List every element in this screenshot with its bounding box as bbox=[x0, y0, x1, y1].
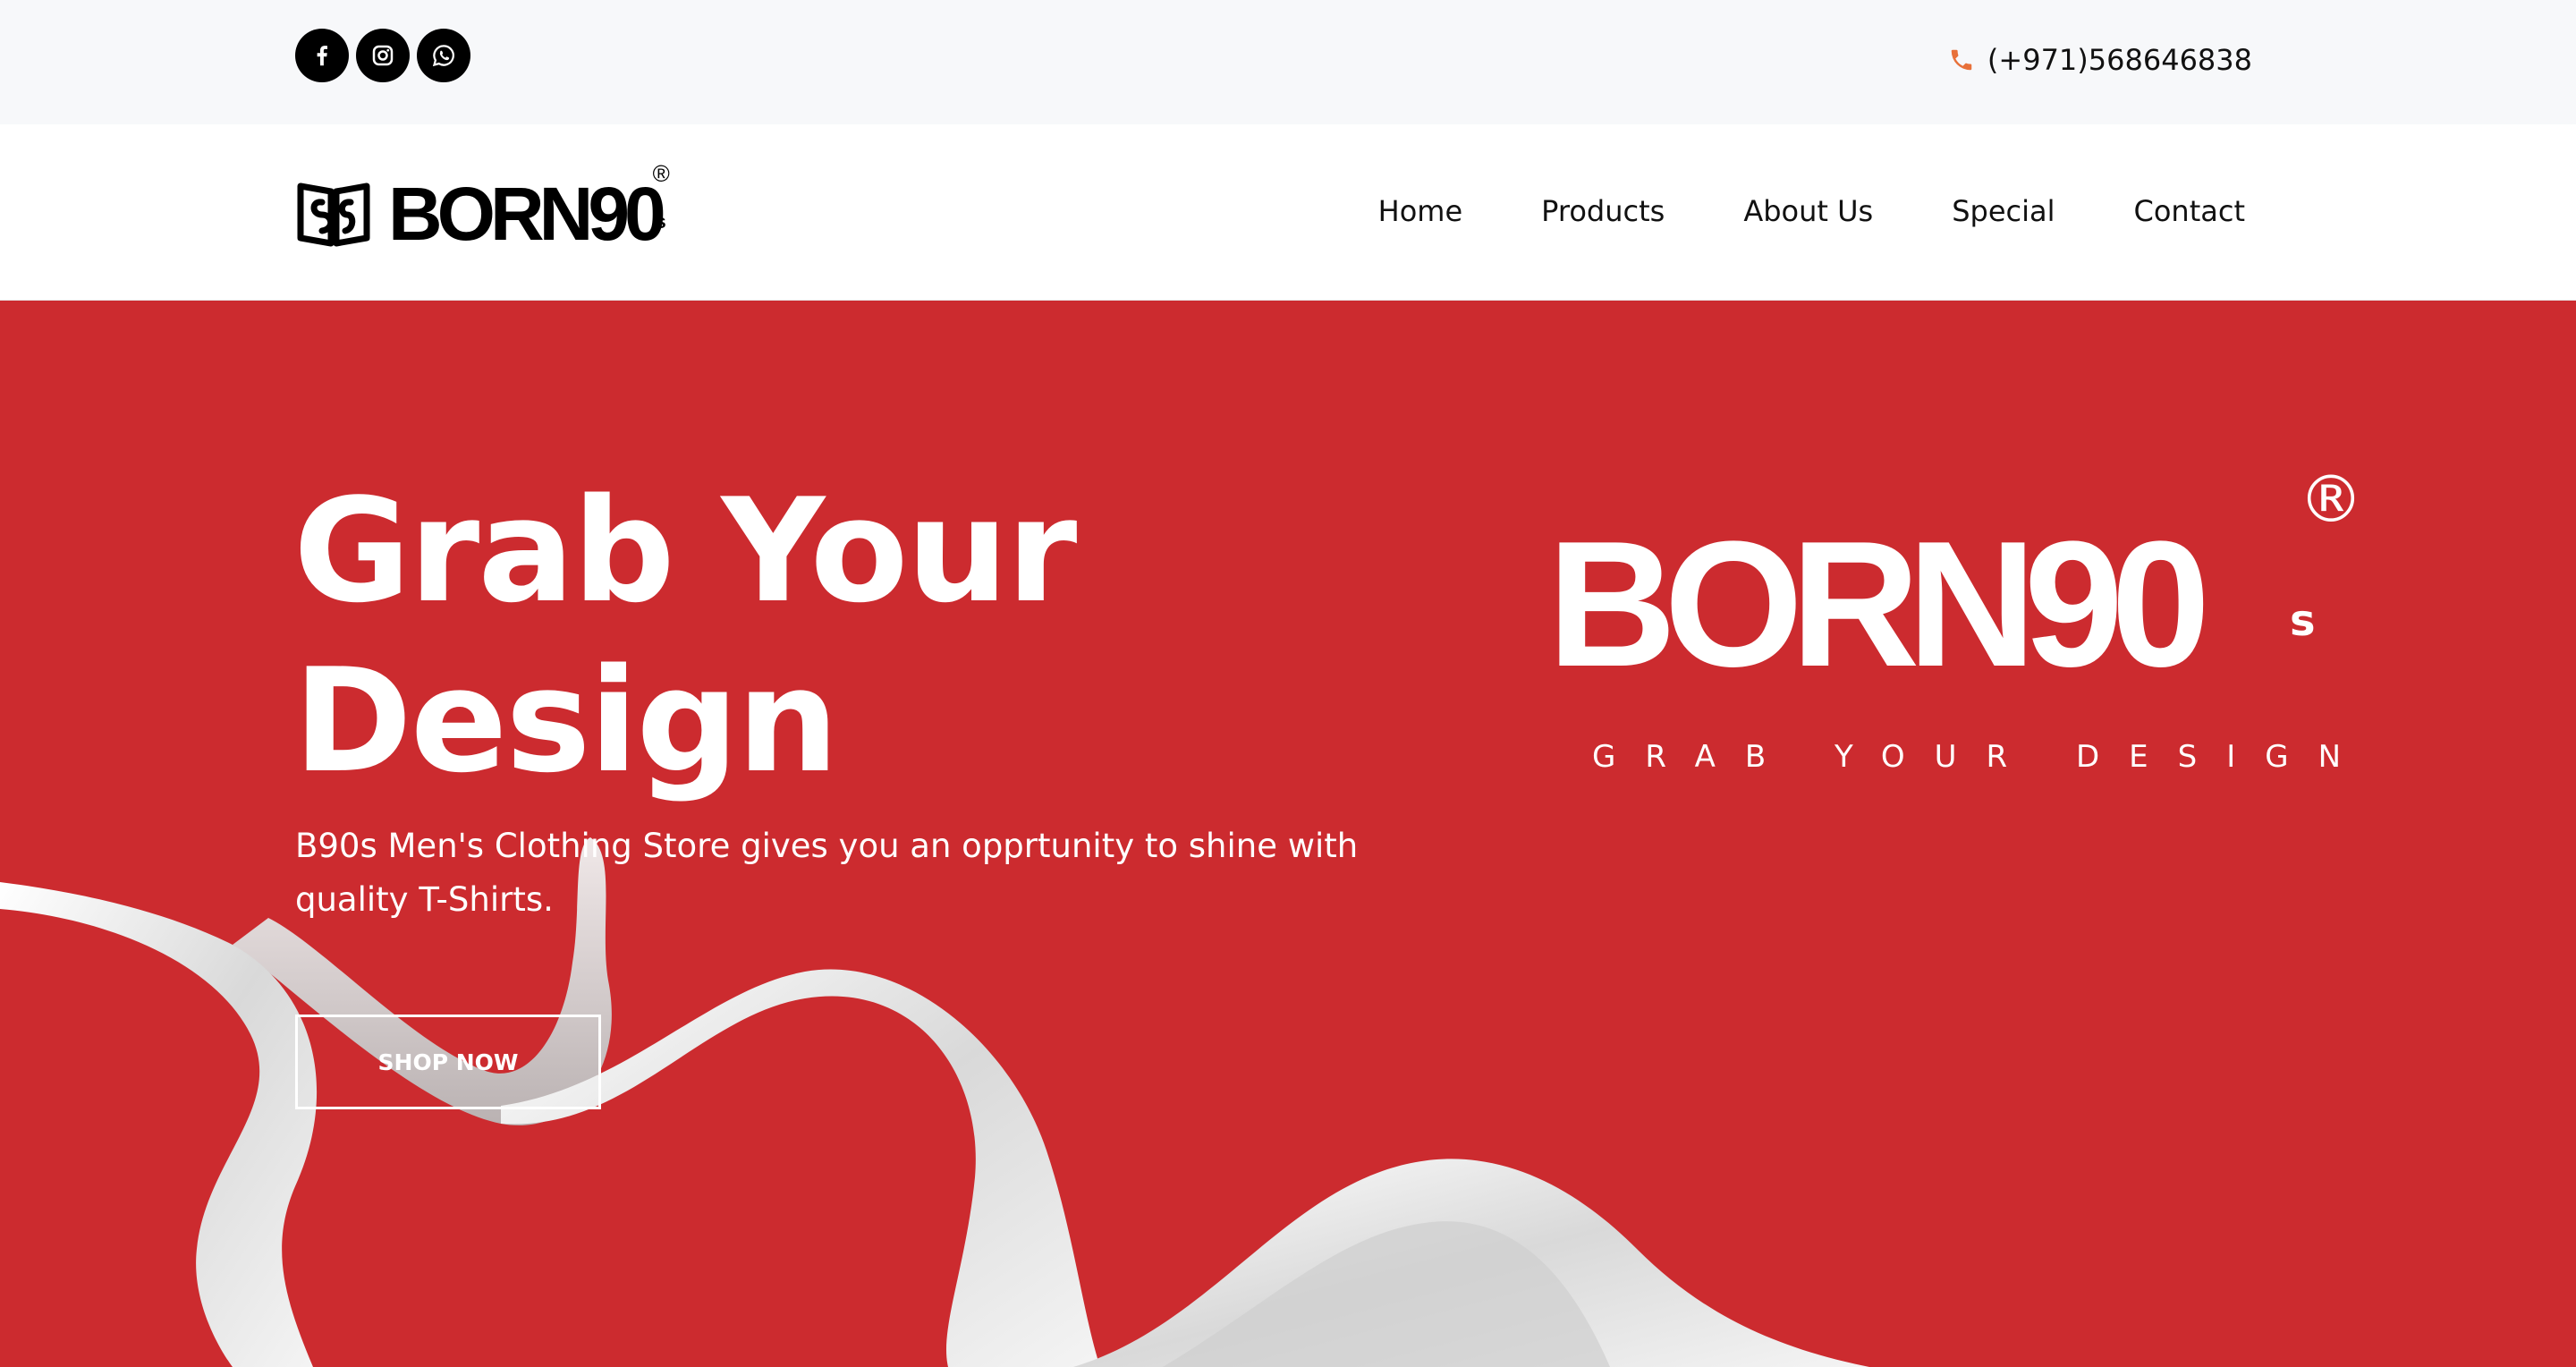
logo-mark-icon bbox=[297, 183, 370, 247]
nav-item-home[interactable]: Home bbox=[1378, 194, 1463, 228]
hero-brand-logo: BORN90 ® s GRAB YOUR DESIGN bbox=[1547, 462, 2363, 802]
shop-now-button[interactable]: SHOP NOW bbox=[295, 1015, 601, 1109]
hero-title: Grab Your Design bbox=[293, 467, 1077, 804]
nav-item-contact[interactable]: Contact bbox=[2134, 194, 2246, 228]
phone-number: (+971)568646838 bbox=[1987, 43, 2252, 77]
hero-section: Grab Your Design B90s Men's Clothing Sto… bbox=[0, 301, 2576, 1367]
nav-item-special[interactable]: Special bbox=[1952, 194, 2055, 228]
nav-item-about-us[interactable]: About Us bbox=[1743, 194, 1873, 228]
nav-menu: Home Products About Us Special Contact bbox=[1378, 194, 2245, 228]
hero-brand-tagline: GRAB YOUR DESIGN bbox=[1592, 739, 2371, 775]
social-links bbox=[295, 29, 470, 82]
hero-brand-superscript: s bbox=[2290, 596, 2316, 646]
logo-superscript: s bbox=[655, 210, 666, 233]
hero-subtitle: B90s Men's Clothing Store gives you an o… bbox=[295, 827, 1359, 919]
facebook-icon[interactable] bbox=[295, 29, 349, 82]
instagram-icon[interactable] bbox=[356, 29, 410, 82]
hero-brand-wordmark: BORN90 bbox=[1547, 505, 2210, 704]
main-navbar: BORN90 ® s Home Products About Us Specia… bbox=[0, 124, 2576, 301]
logo-wordmark: BORN90 ® s bbox=[388, 160, 670, 256]
nav-item-products[interactable]: Products bbox=[1541, 194, 1665, 228]
phone-contact[interactable]: (+971)568646838 bbox=[1948, 43, 2252, 77]
logo-registered-mark: ® bbox=[652, 160, 670, 187]
site-logo[interactable]: BORN90 ® s bbox=[295, 160, 670, 264]
top-bar: (+971)568646838 bbox=[0, 0, 2576, 124]
hero-brand-registered-mark: ® bbox=[2299, 462, 2363, 537]
whatsapp-icon[interactable] bbox=[417, 29, 470, 82]
phone-icon bbox=[1951, 49, 1972, 71]
